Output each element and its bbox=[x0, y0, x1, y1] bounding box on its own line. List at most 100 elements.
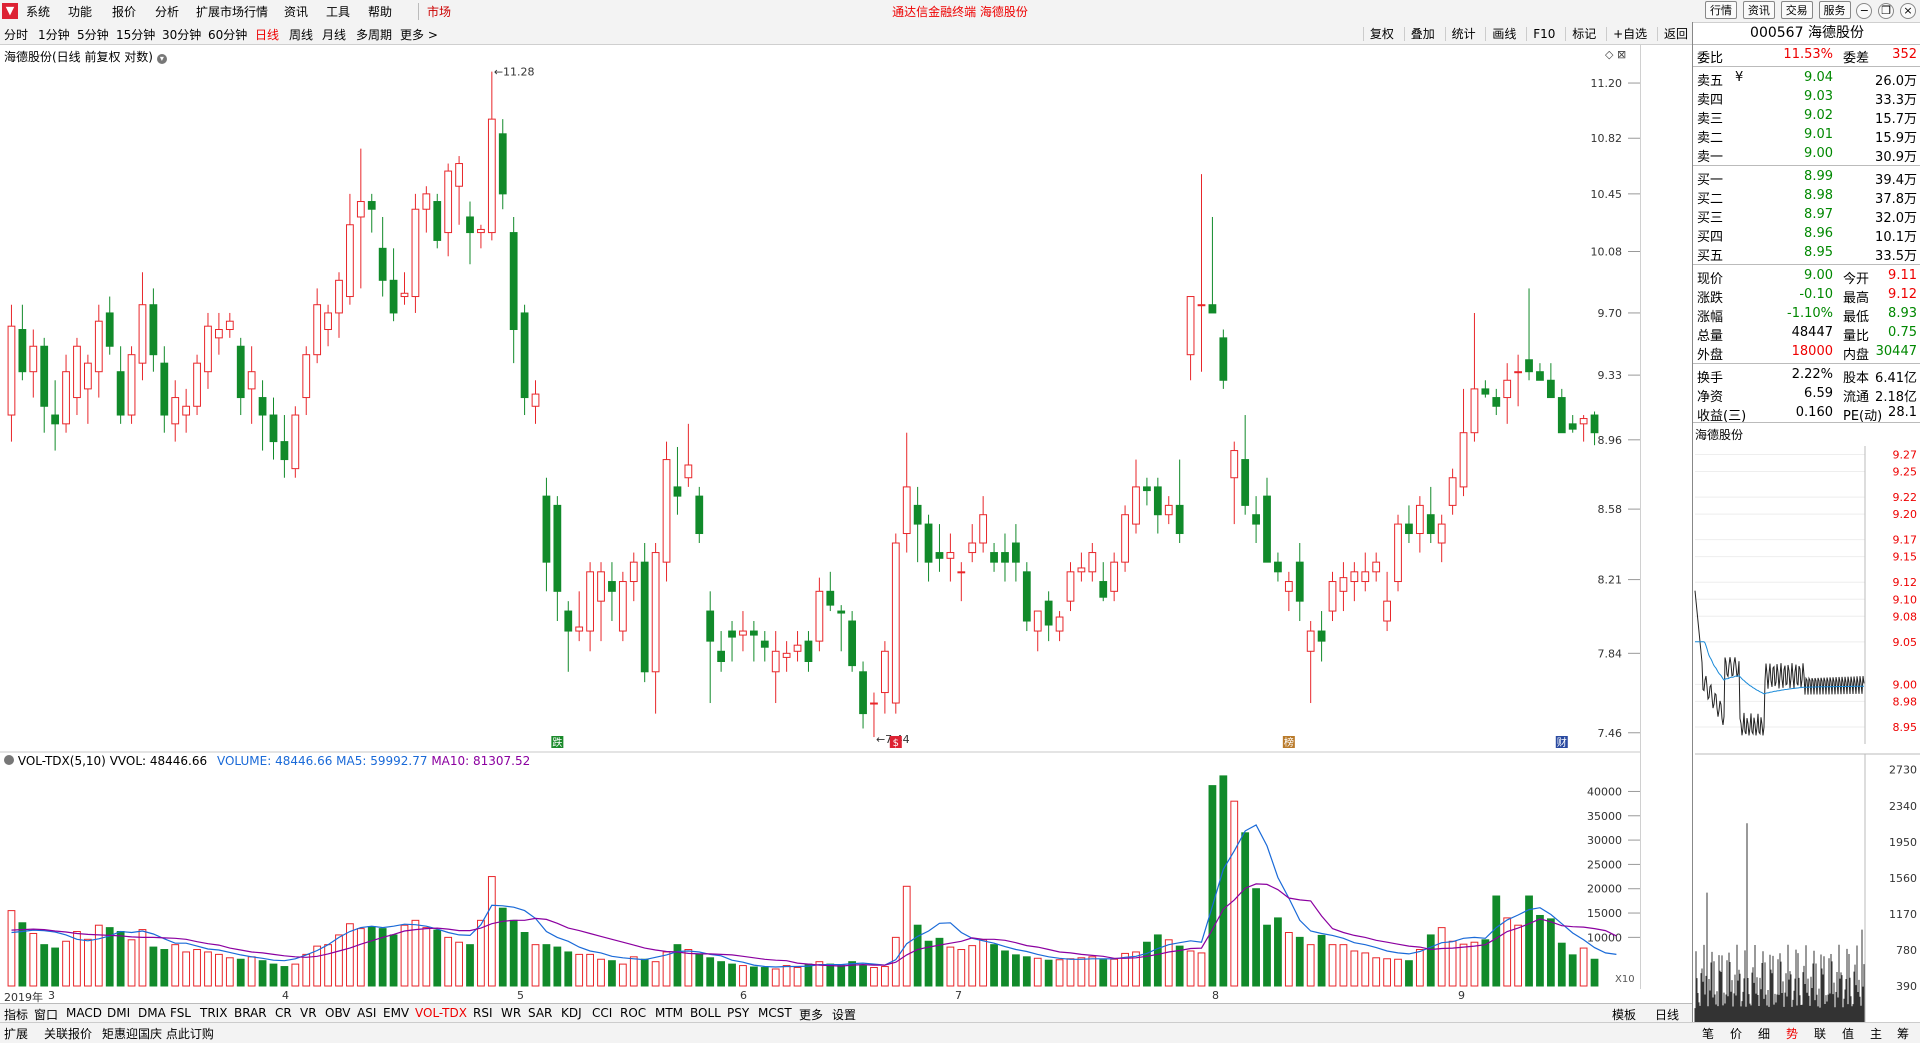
period-tab-more[interactable]: 更多 > bbox=[400, 26, 438, 43]
ind-tab-sar[interactable]: SAR bbox=[528, 1006, 552, 1020]
diamond-icon[interactable]: ◇ bbox=[1605, 48, 1613, 61]
menu-quote[interactable]: 报价 bbox=[112, 3, 136, 20]
period-tab-1min[interactable]: 1分钟 bbox=[38, 26, 70, 43]
ind-tab-indicator[interactable]: 指标 bbox=[4, 1006, 28, 1023]
menu-analysis[interactable]: 分析 bbox=[155, 3, 179, 20]
template-button[interactable]: 模板 bbox=[1612, 1006, 1636, 1023]
app-logo-icon[interactable]: ▼ bbox=[2, 3, 18, 19]
ind-tab-rsi[interactable]: RSI bbox=[473, 1006, 493, 1020]
status-promo-link[interactable]: 矩惠迎国庆 点此订购 bbox=[102, 1025, 214, 1042]
ind-tab-boll[interactable]: BOLL bbox=[690, 1006, 721, 1020]
sell-row[interactable]: 卖四 9.03 33.3万 bbox=[1693, 88, 1920, 108]
top-quote-button[interactable]: 行情 bbox=[1705, 1, 1738, 19]
ind-tab-dma[interactable]: DMA bbox=[138, 1006, 166, 1020]
rtab-chips[interactable]: 筹 bbox=[1897, 1025, 1909, 1042]
tool-draw[interactable]: 画线 bbox=[1485, 27, 1517, 41]
tool-adjust[interactable]: 复权 bbox=[1362, 27, 1394, 41]
indicator-tabs: 指标 窗口 MACD DMI DMA FSL TRIX BRAR CR VR O… bbox=[0, 1003, 1692, 1023]
period-tab-daily[interactable]: 日线 bbox=[255, 26, 279, 43]
menu-function[interactable]: 功能 bbox=[68, 3, 92, 20]
volume-legend-icon[interactable] bbox=[4, 755, 14, 765]
restore-icon[interactable]: ❐ bbox=[1878, 3, 1895, 19]
ind-tab-vol-tdx[interactable]: VOL-TDX bbox=[415, 1006, 467, 1020]
rtab-value[interactable]: 值 bbox=[1842, 1025, 1854, 1042]
ind-tab-kdj[interactable]: KDJ bbox=[561, 1006, 582, 1020]
buy-row[interactable]: 买四 8.96 10.1万 bbox=[1693, 225, 1920, 245]
volume-bar bbox=[1459, 943, 1468, 987]
minimize-icon[interactable]: − bbox=[1856, 3, 1873, 19]
period-tab-15min[interactable]: 15分钟 bbox=[116, 26, 155, 43]
ind-tab-vr[interactable]: VR bbox=[300, 1006, 317, 1020]
rtab-trend[interactable]: 势 bbox=[1786, 1025, 1798, 1042]
menu-tools[interactable]: 工具 bbox=[326, 3, 350, 20]
top-trade-button[interactable]: 交易 bbox=[1780, 1, 1813, 19]
period-tab-30min[interactable]: 30分钟 bbox=[162, 26, 201, 43]
top-info-button[interactable]: 资讯 bbox=[1742, 1, 1775, 19]
tool-back[interactable]: 返回 bbox=[1656, 27, 1688, 41]
ind-tab-roc[interactable]: ROC bbox=[620, 1006, 646, 1020]
tool-mark[interactable]: 标记 bbox=[1565, 27, 1597, 41]
top-service-button[interactable]: 服务 bbox=[1818, 1, 1851, 19]
intraday-mini-svg[interactable]: 9.27 9.25 9.22 9.20 9.17 9.15 9.12 9.10 9.08 9.05… bbox=[1693, 424, 1920, 1022]
ind-tab-mtm[interactable]: MTM bbox=[655, 1006, 683, 1020]
period-tab-5min[interactable]: 5分钟 bbox=[77, 26, 109, 43]
buy-row[interactable]: 买五 8.95 33.5万 bbox=[1693, 244, 1920, 264]
rtab-detail[interactable]: 细 bbox=[1758, 1025, 1770, 1042]
period-tab-weekly[interactable]: 周线 bbox=[289, 26, 313, 43]
buy-row[interactable]: 买三 8.97 32.0万 bbox=[1693, 206, 1920, 226]
ind-tab-brar[interactable]: BRAR bbox=[234, 1006, 267, 1020]
menu-system[interactable]: 系统 bbox=[26, 3, 50, 20]
rtab-link[interactable]: 联 bbox=[1814, 1025, 1826, 1042]
close-pane-icon[interactable]: ⊠ bbox=[1617, 48, 1626, 61]
sell-row[interactable]: 卖三 9.02 15.7万 bbox=[1693, 107, 1920, 127]
ind-tab-window[interactable]: 窗口 bbox=[34, 1006, 58, 1023]
sell-row[interactable]: 卖一 9.00 30.9万 bbox=[1693, 145, 1920, 165]
period-tab-60min[interactable]: 60分钟 bbox=[208, 26, 247, 43]
buy-row[interactable]: 买一 8.99 39.4万 bbox=[1693, 168, 1920, 188]
kline-chart-svg[interactable]: 11.20 10.82 10.45 10.08 9.70 9.33 8.96 8.58 8.21… bbox=[0, 44, 1640, 989]
tool-f10[interactable]: F10 bbox=[1526, 27, 1556, 41]
candle-body bbox=[990, 552, 998, 563]
daily-indicator-button[interactable]: 日线 bbox=[1655, 1006, 1679, 1023]
legend-dropdown-icon[interactable]: ▾ bbox=[156, 54, 167, 64]
period-tab-monthly[interactable]: 月线 bbox=[322, 26, 346, 43]
kline-chart-area[interactable]: 11.20 10.82 10.45 10.08 9.70 9.33 8.96 8.58 8.21… bbox=[0, 44, 1641, 989]
ind-tab-obv[interactable]: OBV bbox=[325, 1006, 351, 1020]
menu-info[interactable]: 资讯 bbox=[284, 3, 308, 20]
volume-bar bbox=[1197, 952, 1206, 987]
status-related-quote[interactable]: 关联报价 bbox=[44, 1025, 92, 1042]
ind-tab-asi[interactable]: ASI bbox=[357, 1006, 376, 1020]
close-icon[interactable]: × bbox=[1900, 3, 1916, 19]
menu-help[interactable]: 帮助 bbox=[368, 3, 392, 20]
rtab-trades[interactable]: 笔 bbox=[1702, 1025, 1714, 1042]
candle-body bbox=[1514, 371, 1523, 374]
volume-bar bbox=[236, 958, 245, 987]
ind-tab-emv[interactable]: EMV bbox=[383, 1006, 409, 1020]
ind-tab-psy[interactable]: PSY bbox=[727, 1006, 749, 1020]
ind-tab-more[interactable]: 更多 bbox=[799, 1006, 823, 1023]
ind-tab-mcst[interactable]: MCST bbox=[758, 1006, 792, 1020]
ind-tab-settings[interactable]: 设置 bbox=[832, 1006, 856, 1023]
ind-tab-wr[interactable]: WR bbox=[501, 1006, 521, 1020]
period-tab-intraday[interactable]: 分时 bbox=[4, 26, 28, 43]
period-tab-multi[interactable]: 多周期 bbox=[356, 26, 392, 43]
tool-add-favorite[interactable]: +自选 bbox=[1606, 27, 1648, 41]
ind-tab-macd[interactable]: MACD bbox=[66, 1006, 102, 1020]
buy-row[interactable]: 买二 8.98 37.8万 bbox=[1693, 187, 1920, 207]
ind-tab-cr[interactable]: CR bbox=[275, 1006, 292, 1020]
tool-stats[interactable]: 统计 bbox=[1444, 27, 1476, 41]
menu-market[interactable]: 市场 bbox=[418, 3, 451, 20]
sell-row[interactable]: 卖二 9.01 15.9万 bbox=[1693, 126, 1920, 146]
sell-row[interactable]: 卖五 ¥9.04 26.0万 bbox=[1693, 69, 1920, 89]
menu-ext-market[interactable]: 扩展市场行情 bbox=[196, 3, 268, 20]
candle-body bbox=[1274, 561, 1282, 573]
status-extend[interactable]: 扩展 bbox=[4, 1025, 28, 1042]
ind-tab-cci[interactable]: CCI bbox=[592, 1006, 612, 1020]
rtab-main[interactable]: 主 bbox=[1870, 1025, 1882, 1042]
rtab-price[interactable]: 价 bbox=[1730, 1025, 1742, 1042]
intraday-mini-chart[interactable]: 海德股份 9.27 9.25 9.22 9.20 9.17 9.15 9.12 9.10 9.0… bbox=[1693, 424, 1920, 1022]
ind-tab-fsl[interactable]: FSL bbox=[170, 1006, 191, 1020]
ind-tab-trix[interactable]: TRIX bbox=[200, 1006, 227, 1020]
ind-tab-dmi[interactable]: DMI bbox=[107, 1006, 130, 1020]
tool-overlay[interactable]: 叠加 bbox=[1403, 27, 1435, 41]
